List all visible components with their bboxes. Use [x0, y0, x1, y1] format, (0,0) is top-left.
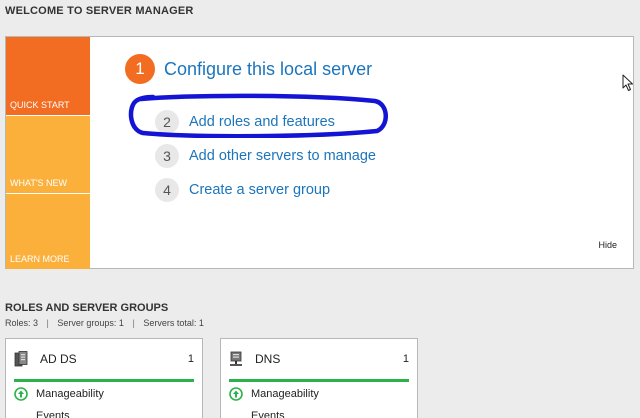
events-label: Events	[251, 410, 285, 418]
step-number-3: 3	[155, 144, 179, 168]
arrow-up-status-icon	[14, 387, 28, 401]
summary-separator: |	[46, 318, 49, 328]
step-add-roles-features[interactable]: 2 Add roles and features	[155, 110, 335, 134]
events-label: Events	[36, 410, 70, 418]
roles-count: Roles: 3	[5, 318, 39, 328]
welcome-panel: QUICK START WHAT'S NEW LEARN MORE 1 Conf…	[5, 36, 634, 269]
welcome-heading: WELCOME TO SERVER MANAGER	[5, 5, 194, 17]
status-bar	[14, 379, 194, 382]
card-header: AD DS 1	[14, 351, 194, 367]
step-configure-local-server[interactable]: 1 Configure this local server	[125, 54, 372, 84]
events-row[interactable]: Events	[251, 410, 285, 418]
hide-link[interactable]: Hide	[598, 240, 617, 250]
role-card-dns[interactable]: DNS 1 Manageability Events	[220, 338, 418, 418]
card-title[interactable]: AD DS	[40, 352, 188, 366]
step-create-server-group[interactable]: 4 Create a server group	[155, 178, 330, 202]
card-count: 1	[187, 353, 194, 365]
summary-separator: |	[132, 318, 135, 328]
server-manager-dashboard: WELCOME TO SERVER MANAGER QUICK START WH…	[0, 0, 640, 418]
ad-ds-icon	[14, 351, 28, 367]
tab-learn-more[interactable]: LEARN MORE	[6, 193, 90, 269]
events-row[interactable]: Events	[36, 410, 70, 418]
add-roles-features-link[interactable]: Add roles and features	[189, 114, 335, 130]
manageability-row[interactable]: Manageability	[14, 387, 104, 401]
arrow-up-status-icon	[229, 387, 243, 401]
mouse-pointer-icon	[622, 74, 633, 91]
create-server-group-link[interactable]: Create a server group	[189, 182, 330, 198]
card-count: 1	[402, 353, 409, 365]
add-other-servers-link[interactable]: Add other servers to manage	[189, 148, 376, 164]
card-title[interactable]: DNS	[255, 352, 403, 366]
tab-quick-start[interactable]: QUICK START	[6, 37, 90, 115]
step-number-1: 1	[125, 54, 155, 84]
role-card-ad-ds[interactable]: AD DS 1 Manageability Events	[5, 338, 203, 418]
manageability-label: Manageability	[251, 388, 319, 400]
status-bar	[229, 379, 409, 382]
step-add-other-servers[interactable]: 3 Add other servers to manage	[155, 144, 376, 168]
dns-icon	[230, 351, 242, 366]
configure-local-server-link[interactable]: Configure this local server	[164, 59, 372, 80]
step-number-2: 2	[155, 110, 179, 134]
manageability-label: Manageability	[36, 388, 104, 400]
tab-whats-new[interactable]: WHAT'S NEW	[6, 115, 90, 193]
step-number-4: 4	[155, 178, 179, 202]
card-header: DNS 1	[229, 351, 409, 367]
roles-summary: Roles: 3 | Server groups: 1 | Servers to…	[5, 318, 204, 328]
roles-heading: ROLES AND SERVER GROUPS	[5, 302, 169, 314]
manageability-row[interactable]: Manageability	[229, 387, 319, 401]
server-groups-count: Server groups: 1	[57, 318, 124, 328]
servers-total-count: Servers total: 1	[143, 318, 204, 328]
